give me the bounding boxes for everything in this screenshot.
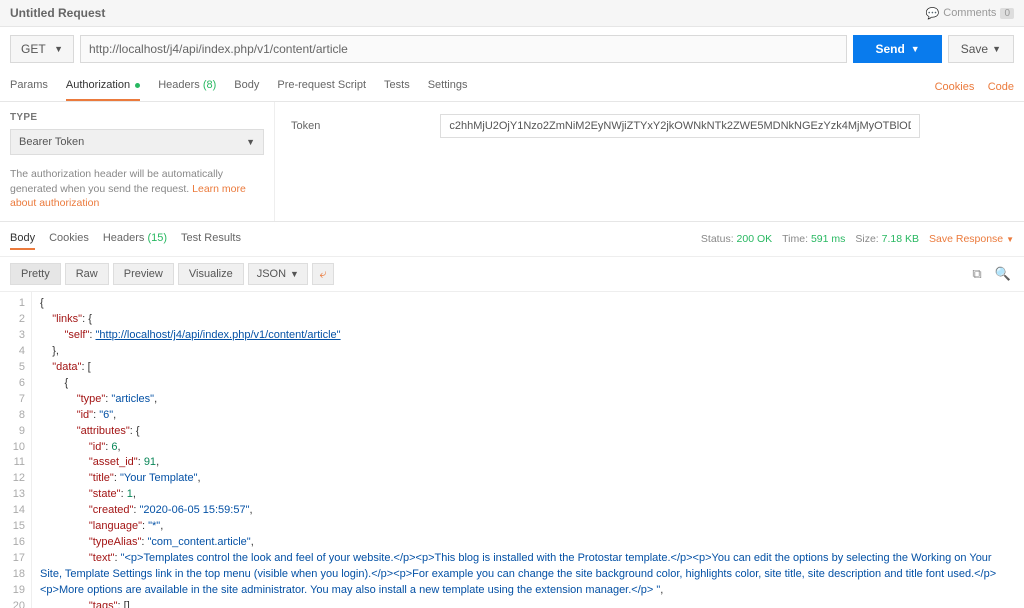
chevron-down-icon: ▼ bbox=[1006, 235, 1014, 244]
auth-token-section: Token bbox=[275, 102, 1024, 221]
view-preview[interactable]: Preview bbox=[113, 263, 174, 285]
format-select[interactable]: JSON ▼ bbox=[248, 263, 308, 285]
tabs-right: Cookies Code bbox=[925, 79, 1014, 93]
code-link[interactable]: Code bbox=[988, 81, 1014, 93]
json-code[interactable]: { "links": { "self": "http://localhost/j… bbox=[32, 292, 1024, 608]
response-tabs: Body Cookies Headers (15) Test Results bbox=[10, 228, 241, 250]
line-gutter: 1 2 3 4 5 6 7 8 9 10 11 12 13 14 15 16 1… bbox=[0, 292, 32, 608]
send-button[interactable]: Send ▼ bbox=[853, 35, 941, 63]
token-label: Token bbox=[291, 114, 320, 132]
tab-headers[interactable]: Headers (8) bbox=[158, 71, 216, 101]
view-raw[interactable]: Raw bbox=[65, 263, 109, 285]
response-status: Status: 200 OK Time: 591 ms Size: 7.18 K… bbox=[701, 233, 1014, 245]
view-visualize[interactable]: Visualize bbox=[178, 263, 244, 285]
response-tab-body[interactable]: Body bbox=[10, 228, 35, 250]
http-method-select[interactable]: GET ▼ bbox=[10, 35, 74, 63]
comments-button[interactable]: 💬 Comments 0 bbox=[926, 7, 1014, 20]
tab-tests[interactable]: Tests bbox=[384, 71, 410, 101]
auth-panel: TYPE Bearer Token ▼ The authorization he… bbox=[0, 102, 1024, 222]
cookies-link[interactable]: Cookies bbox=[935, 81, 975, 93]
auth-type-select[interactable]: Bearer Token ▼ bbox=[10, 129, 264, 155]
response-view-row: Pretty Raw Preview Visualize JSON ▼ ⤶ ⧉ … bbox=[0, 257, 1024, 292]
tab-body[interactable]: Body bbox=[234, 71, 259, 101]
tab-authorization[interactable]: Authorization bbox=[66, 71, 140, 101]
request-row: GET ▼ Send ▼ Save ▼ bbox=[0, 27, 1024, 71]
token-input[interactable] bbox=[440, 114, 920, 138]
response-tab-test-results[interactable]: Test Results bbox=[181, 228, 241, 250]
response-tab-cookies[interactable]: Cookies bbox=[49, 228, 89, 250]
url-input[interactable] bbox=[80, 35, 847, 63]
chevron-down-icon: ▼ bbox=[246, 137, 255, 147]
request-title: Untitled Request bbox=[10, 6, 105, 20]
copy-icon[interactable]: ⧉ bbox=[966, 263, 988, 285]
auth-help-text: The authorization header will be automat… bbox=[10, 167, 264, 211]
comment-icon: 💬 bbox=[926, 7, 940, 20]
request-tabs: Params Authorization Headers (8) Body Pr… bbox=[0, 71, 1024, 102]
response-tab-headers[interactable]: Headers (15) bbox=[103, 228, 167, 250]
chevron-down-icon: ▼ bbox=[911, 44, 920, 54]
save-response-button[interactable]: Save Response ▼ bbox=[929, 233, 1014, 245]
request-header: Untitled Request 💬 Comments 0 bbox=[0, 0, 1024, 27]
tab-settings[interactable]: Settings bbox=[428, 71, 468, 101]
view-pretty[interactable]: Pretty bbox=[10, 263, 61, 285]
response-header: Body Cookies Headers (15) Test Results S… bbox=[0, 222, 1024, 257]
wrap-icon[interactable]: ⤶ bbox=[312, 263, 334, 285]
chevron-down-icon: ▼ bbox=[54, 44, 63, 54]
type-label: TYPE bbox=[10, 112, 264, 123]
active-dot-icon bbox=[135, 83, 140, 88]
chevron-down-icon: ▼ bbox=[992, 44, 1001, 54]
tab-prerequest[interactable]: Pre-request Script bbox=[277, 71, 366, 101]
response-body: 1 2 3 4 5 6 7 8 9 10 11 12 13 14 15 16 1… bbox=[0, 292, 1024, 608]
auth-type-section: TYPE Bearer Token ▼ The authorization he… bbox=[0, 102, 275, 221]
save-button[interactable]: Save ▼ bbox=[948, 35, 1014, 63]
tab-params[interactable]: Params bbox=[10, 71, 48, 101]
search-icon[interactable]: 🔍 bbox=[992, 263, 1014, 285]
chevron-down-icon: ▼ bbox=[290, 269, 299, 279]
